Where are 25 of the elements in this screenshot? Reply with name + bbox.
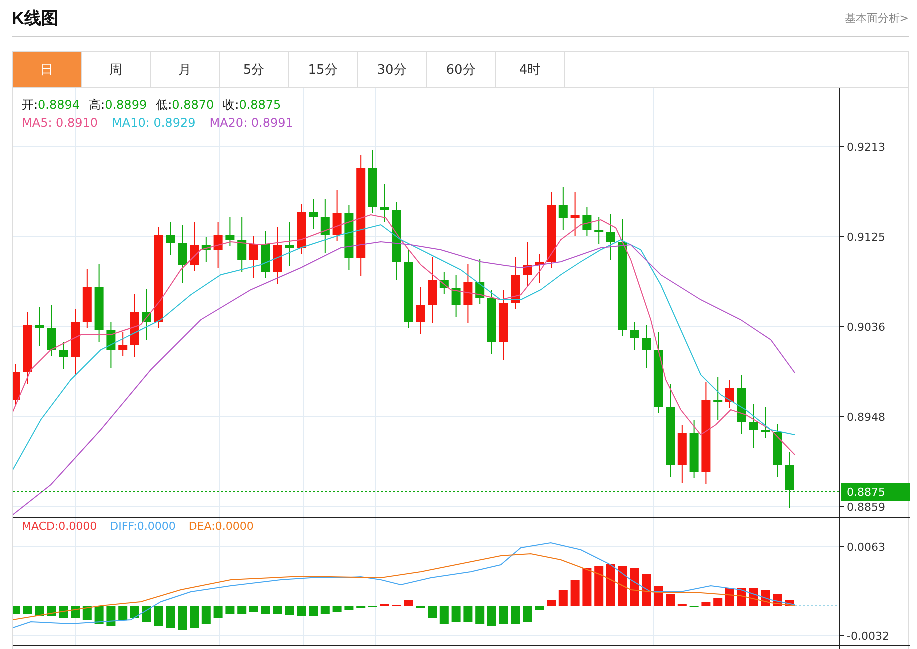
- last-price-tag: [841, 483, 910, 501]
- macd-legend-label: DIFF:0.0000: [110, 520, 176, 533]
- price-axis-label: 0.8948: [847, 411, 886, 424]
- macd-legend-label: MACD:0.0000: [22, 520, 98, 533]
- ohlc-label: 收:: [223, 98, 240, 112]
- fundamental-analysis-link[interactable]: 基本面分析>: [844, 10, 909, 26]
- moving-average-label: MA5: 0.8910: [22, 115, 98, 132]
- moving-average-label: MA20: 0.8991: [210, 115, 294, 132]
- ohlc-value: 0.8894: [38, 98, 80, 112]
- macd-legend-label: DEA:0.0000: [188, 520, 254, 533]
- ohlc-value: 0.8870: [172, 98, 214, 112]
- ohlc-label: 高:: [89, 98, 106, 112]
- macd-axis-label: 0.0063: [847, 541, 886, 554]
- price-axis-label: 0.9036: [847, 321, 886, 334]
- ohlc-value: 0.8899: [105, 98, 148, 112]
- price-axis-label: 0.9125: [847, 231, 886, 244]
- page-title: K线图: [12, 8, 58, 30]
- macd-axis-label: -0.0032: [847, 630, 890, 643]
- price-axis-label: 0.8859: [847, 501, 886, 514]
- price-axis-label: 0.9213: [847, 141, 886, 154]
- moving-average-label: MA10: 0.8929: [112, 115, 196, 132]
- ohlc-label: 低:: [156, 98, 172, 112]
- last-price-label: 0.8875: [847, 486, 886, 499]
- ohlc-value: 0.8875: [239, 98, 282, 112]
- ohlc-label: 开:: [22, 98, 38, 112]
